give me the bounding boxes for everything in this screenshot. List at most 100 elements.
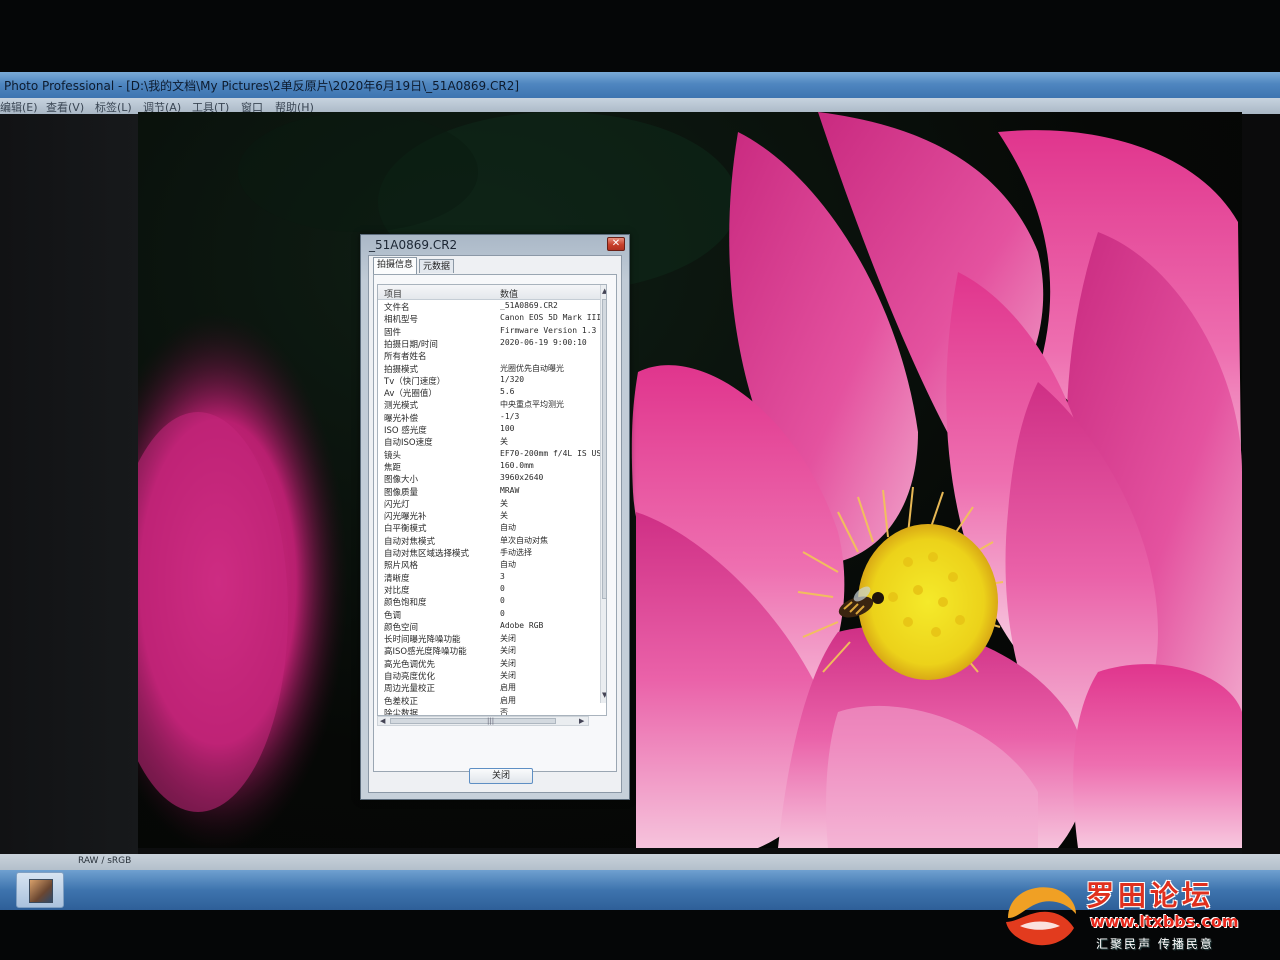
- row-key: 拍摄模式: [384, 364, 419, 375]
- tab-metadata[interactable]: 元数据: [419, 259, 455, 273]
- row-key: 自动亮度优化: [384, 672, 436, 682]
- table-row[interactable]: 镜头 EF70-200mm f/4L IS USM: [378, 449, 606, 461]
- row-key: 颜色空间: [384, 622, 419, 633]
- table-row[interactable]: 长时间曝光降噪功能 关闭: [378, 633, 592, 645]
- row-value: _51A0869.CR2: [500, 301, 558, 310]
- menu-label[interactable]: 标签(L): [95, 99, 132, 115]
- row-value: 中央重点平均测光: [500, 400, 564, 410]
- row-value: 0: [500, 608, 505, 618]
- table-row[interactable]: Av（光圈值） 5.6: [378, 387, 592, 399]
- table-row[interactable]: 图像大小 3960x2640: [378, 473, 592, 485]
- menu-view[interactable]: 查看(V): [46, 99, 84, 115]
- row-value: Canon EOS 5D Mark III: [500, 313, 602, 323]
- table-row[interactable]: 拍摄日期/时间 2020-06-19 9:00:10: [378, 338, 592, 350]
- row-value: 1/320: [500, 374, 525, 384]
- table-row[interactable]: 照片风格 自动: [378, 559, 592, 571]
- table-row[interactable]: 文件名 _51A0869.CR2: [378, 301, 592, 313]
- row-value: MRAW: [500, 485, 520, 495]
- status-text: RAW / sRGB: [78, 856, 132, 866]
- row-key: 焦距: [384, 462, 402, 473]
- row-value: 100: [500, 424, 515, 433]
- table-row[interactable]: 色调 0: [378, 609, 592, 621]
- row-value: 关: [500, 511, 508, 521]
- table-row[interactable]: 测光模式 中央重点平均测光: [378, 399, 592, 411]
- row-value: 手动选择: [500, 548, 532, 557]
- left-panel: [0, 114, 138, 854]
- row-key: 拍摄日期/时间: [384, 339, 438, 350]
- table-row[interactable]: 固件 Firmware Version 1.3: [378, 326, 596, 338]
- row-value: 启用: [500, 683, 516, 693]
- row-key: 自动对焦模式: [384, 536, 436, 547]
- taskbar-app-button[interactable]: [16, 872, 64, 908]
- table-row[interactable]: Tv（快门速度） 1/320: [378, 375, 592, 387]
- lotus-photo: [138, 112, 1242, 848]
- scroll-right-icon[interactable]: ▶: [579, 717, 584, 725]
- forum-logo-icon: [1006, 887, 1076, 946]
- row-value: 0: [500, 596, 505, 606]
- horizontal-scrollbar[interactable]: ◀ ||| ▶: [377, 716, 589, 726]
- table-row[interactable]: 颜色空间 Adobe RGB: [378, 621, 592, 633]
- table-row[interactable]: 颜色饱和度 0: [378, 596, 592, 608]
- watermark-url[interactable]: www.ltxbbs.com: [1090, 912, 1239, 931]
- table-header: 项目 数值: [378, 285, 606, 300]
- table-row[interactable]: 除尘数据 否: [378, 707, 592, 715]
- close-button[interactable]: 关闭: [469, 768, 533, 784]
- table-row[interactable]: 对比度 0: [378, 584, 592, 596]
- table-row[interactable]: 闪光灯 关: [378, 498, 592, 510]
- table-row[interactable]: 图像质量 MRAW: [378, 486, 592, 498]
- table-row[interactable]: 焦距 160.0mm: [378, 461, 592, 473]
- scroll-down-icon[interactable]: ▼: [602, 691, 606, 699]
- watermark-title: 罗田论坛: [1086, 879, 1215, 912]
- row-key: 高ISO感光度降噪功能: [384, 647, 467, 658]
- table-row[interactable]: 色差校正 启用: [378, 695, 592, 707]
- row-value: Firmware Version 1.3: [500, 325, 597, 335]
- row-key: 高光色调优先: [384, 659, 436, 670]
- table-row[interactable]: 高ISO感光度降噪功能 关闭: [378, 645, 592, 657]
- table-row[interactable]: 曝光补偿 -1/3: [378, 412, 592, 424]
- row-key: 颜色饱和度: [384, 598, 427, 609]
- window-titlebar[interactable]: Photo Professional - [D:\我的文档\My Picture…: [0, 72, 1280, 98]
- row-value: 自动: [500, 523, 516, 533]
- table-row[interactable]: 清晰度 3: [378, 572, 592, 584]
- vertical-scrollbar[interactable]: ▲ ▼: [600, 285, 606, 703]
- info-table[interactable]: 项目 数值 文件名 _51A0869.CR2 相机型号 Canon EOS 5D Ma…: [377, 284, 607, 716]
- table-row[interactable]: 周边光量校正 启用: [378, 682, 592, 694]
- table-row[interactable]: 自动对焦区域选择模式 手动选择: [378, 547, 592, 559]
- app-thumbnail-icon: [29, 879, 53, 903]
- scroll-up-icon[interactable]: ▲: [602, 287, 606, 295]
- horizontal-scroll-thumb[interactable]: |||: [390, 717, 556, 725]
- image-preview[interactable]: [138, 112, 1242, 848]
- tab-shooting-info[interactable]: 拍摄信息: [373, 257, 418, 274]
- table-row[interactable]: 自动亮度优化 关闭: [378, 670, 592, 682]
- table-row[interactable]: 白平衡模式 自动: [378, 522, 592, 534]
- row-key: 固件: [384, 327, 402, 338]
- row-value: 0: [500, 583, 505, 593]
- row-key: 色差校正: [384, 696, 419, 707]
- row-key: 相机型号: [384, 315, 419, 326]
- row-key: Av（光圈值）: [384, 389, 437, 400]
- table-row[interactable]: 相机型号 Canon EOS 5D Mark III: [378, 313, 601, 326]
- scroll-left-icon[interactable]: ◀: [380, 717, 385, 725]
- table-row[interactable]: ISO 感光度 100: [378, 424, 592, 436]
- dialog-close-button[interactable]: ✕: [607, 237, 625, 251]
- row-value: EF70-200mm f/4L IS USM: [500, 448, 606, 458]
- row-value: 3: [500, 571, 505, 581]
- row-key: 色调: [384, 610, 402, 621]
- table-row[interactable]: 自动ISO速度 关: [378, 436, 592, 448]
- row-key: 文件名: [384, 303, 410, 313]
- table-row[interactable]: 高光色调优先 关闭: [378, 658, 592, 670]
- row-key: 自动ISO速度: [384, 438, 433, 449]
- vertical-scroll-thumb[interactable]: [602, 299, 606, 599]
- watermark-slogan: 汇聚民声 传播民意: [1096, 937, 1214, 951]
- row-key: 白平衡模式: [384, 524, 427, 535]
- table-row[interactable]: 闪光曝光补 关: [378, 510, 592, 522]
- table-row[interactable]: 自动对焦模式 单次自动对焦: [378, 535, 592, 547]
- row-value: 160.0mm: [500, 460, 534, 470]
- row-key: 自动对焦区域选择模式: [384, 549, 470, 559]
- row-key: 镜头: [384, 450, 402, 461]
- menu-edit[interactable]: 编辑(E): [0, 99, 38, 115]
- table-row[interactable]: 所有者姓名: [378, 350, 592, 362]
- table-row[interactable]: 拍摄模式 光圈优先自动曝光: [378, 363, 592, 375]
- row-key: 曝光补偿: [384, 413, 419, 424]
- row-value: 关闭: [500, 646, 516, 656]
